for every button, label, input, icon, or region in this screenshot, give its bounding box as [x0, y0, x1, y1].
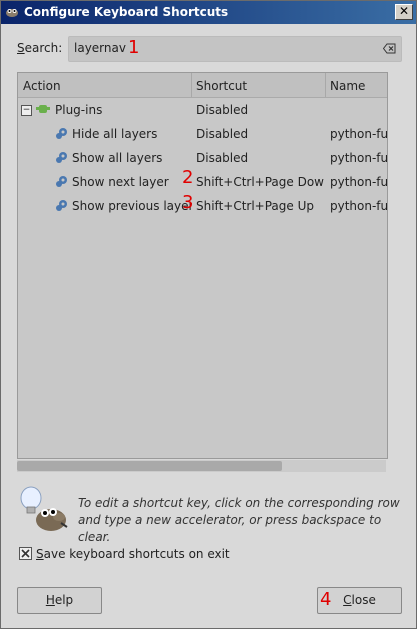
window-close-button[interactable]: ✕	[395, 4, 413, 20]
row-action: Hide all layers	[72, 127, 158, 141]
gear-plugin-icon	[56, 200, 67, 211]
gear-plugin-icon	[56, 176, 67, 187]
dialog-window: Configure Keyboard Shortcuts ✕ Search: l…	[0, 0, 417, 629]
column-separator[interactable]	[325, 73, 326, 97]
row-shortcut: Disabled	[196, 127, 249, 141]
search-input-value: layernav	[74, 41, 126, 55]
gear-plugin-icon	[56, 128, 67, 139]
row-name: python-fu-	[330, 175, 387, 189]
scrollbar-thumb[interactable]	[17, 461, 282, 471]
row-action: Show all layers	[72, 151, 163, 165]
tree-row[interactable]: Show all layers Disabled python-fu-	[18, 146, 387, 170]
row-name: python-fu-	[330, 199, 387, 213]
column-header-shortcut[interactable]: Shortcut	[196, 79, 247, 93]
help-button[interactable]: Help	[17, 587, 102, 614]
checkmark-icon	[21, 549, 30, 558]
marker-1: 1	[128, 37, 140, 58]
window-title: Configure Keyboard Shortcuts	[24, 5, 229, 19]
wilber-lightbulb-icon	[20, 486, 68, 531]
clear-search-icon[interactable]	[383, 43, 396, 54]
row-shortcut: Disabled	[196, 151, 249, 165]
row-action: Show previous layer	[72, 199, 192, 213]
tree-header: Action Shortcut Name	[18, 73, 387, 98]
tree-row-plugins-group[interactable]: − Plug-ins Disabled	[18, 98, 387, 122]
collapse-expander-icon[interactable]: −	[21, 105, 32, 116]
search-input[interactable]: layernav	[68, 36, 402, 62]
tree-row[interactable]: Show previous layer Shift+Ctrl+Page Up p…	[18, 194, 387, 218]
shortcut-tree[interactable]: Action Shortcut Name − Plug-ins Disabled…	[17, 72, 388, 459]
row-name: python-fu-	[330, 151, 387, 165]
row-action: Show next layer	[72, 175, 169, 189]
row-shortcut: Shift+Ctrl+Page Up	[196, 199, 315, 213]
column-separator[interactable]	[191, 73, 192, 97]
group-shortcut: Disabled	[196, 103, 249, 117]
marker-4: 4	[320, 589, 332, 610]
title-bar[interactable]: Configure Keyboard Shortcuts ✕	[1, 1, 416, 24]
column-header-action[interactable]: Action	[23, 79, 61, 93]
horizontal-scrollbar[interactable]	[17, 460, 386, 472]
search-label: Search:	[17, 41, 63, 55]
info-text: To edit a shortcut key, click on the cor…	[78, 496, 400, 544]
group-label: Plug-ins	[55, 103, 103, 117]
tree-row[interactable]: Hide all layers Disabled python-fu-	[18, 122, 387, 146]
marker-3: 3	[182, 192, 194, 213]
marker-2: 2	[182, 167, 194, 188]
column-header-name[interactable]: Name	[330, 79, 365, 93]
gimp-app-icon	[6, 9, 18, 17]
tree-row[interactable]: Show next layer Shift+Ctrl+Page Down pyt…	[18, 170, 387, 194]
plugin-icon	[36, 105, 50, 113]
save-on-exit-checkbox[interactable]	[19, 547, 32, 560]
close-icon: ✕	[398, 4, 410, 18]
row-shortcut: Shift+Ctrl+Page Down	[196, 175, 324, 189]
save-on-exit-label[interactable]: Save keyboard shortcuts on exit	[36, 547, 230, 561]
gear-plugin-icon	[56, 152, 67, 163]
row-name: python-fu-	[330, 127, 387, 141]
